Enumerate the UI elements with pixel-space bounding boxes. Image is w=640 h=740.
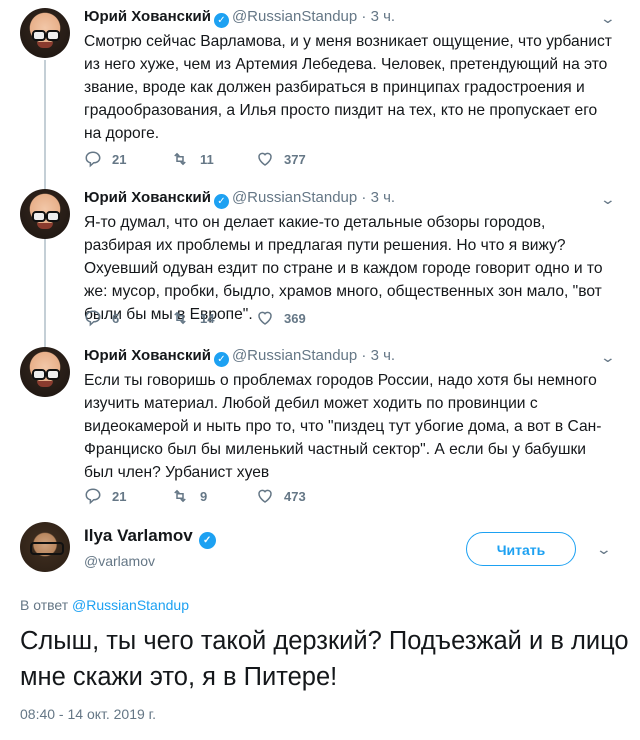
avatar[interactable] <box>20 189 70 239</box>
avatar[interactable] <box>20 522 70 572</box>
reply-count: 21 <box>112 489 127 504</box>
tweet-header: Юрий Хованский ✓ @RussianStandup · 3 ч. <box>84 8 395 28</box>
reply-count: 6 <box>112 311 120 326</box>
tweet-text: Смотрю сейчас Варламова, и у меня возник… <box>84 33 612 142</box>
retweet-button[interactable]: 9 <box>170 487 207 505</box>
reply-target-link[interactable]: @RussianStandup <box>72 597 189 613</box>
reply-button[interactable]: 21 <box>84 150 126 168</box>
tweet-header: Юрий Хованский ✓ @RussianStandup · 3 ч. <box>84 347 395 367</box>
like-button[interactable]: 369 <box>256 309 306 327</box>
like-button[interactable]: 377 <box>256 150 306 168</box>
like-count: 377 <box>284 152 306 167</box>
reply-count: 21 <box>112 152 127 167</box>
retweet-icon <box>174 489 186 503</box>
heart-icon <box>258 152 272 166</box>
reply-context: В ответ @RussianStandup <box>20 597 189 613</box>
reply-icon <box>85 488 101 505</box>
heart-icon <box>258 489 272 503</box>
reply-button[interactable]: 21 <box>84 487 126 505</box>
retweet-icon <box>174 152 186 166</box>
avatar[interactable] <box>20 347 70 397</box>
avatar[interactable] <box>20 8 70 58</box>
tweet-text: Если ты говоришь о проблемах городов Рос… <box>84 372 602 481</box>
retweet-count: 9 <box>200 489 208 504</box>
reply-button[interactable]: 6 <box>84 309 119 327</box>
tweet[interactable]: Юрий Хованский ✓ @RussianStandup · 3 ч. ⌄ … <box>0 0 640 175</box>
verified-badge-icon: ✓ <box>198 532 216 549</box>
author-name[interactable]: Юрий Хованский <box>84 8 211 25</box>
reply-icon <box>85 151 101 168</box>
retweet-icon <box>174 311 186 325</box>
tweet-time[interactable]: · 3 ч. <box>361 189 395 206</box>
reply-icon <box>85 310 101 327</box>
retweet-button[interactable]: 14 <box>170 309 214 327</box>
reply-prefix: В ответ <box>20 597 69 613</box>
verified-badge-icon: ✓ <box>213 13 229 28</box>
chevron-down-icon[interactable]: ⌄ <box>596 541 612 558</box>
retweet-count: 14 <box>200 311 215 326</box>
chevron-down-icon[interactable]: ⌄ <box>600 10 616 27</box>
tweet-text: Слыш, ты чего такой дерзкий? Подъезжай и… <box>20 627 629 691</box>
tweet-text: Я-то думал, что он делает какие-то детал… <box>84 214 603 323</box>
tweet-header: Юрий Хованский ✓ @RussianStandup · 3 ч. <box>84 189 395 209</box>
verified-badge-icon: ✓ <box>213 194 229 209</box>
timestamp[interactable]: 08:40 - 14 окт. 2019 г. <box>20 706 156 722</box>
tweet[interactable]: Юрий Хованский ✓ @RussianStandup · 3 ч. ⌄ … <box>0 181 640 341</box>
like-button[interactable]: 473 <box>256 487 306 505</box>
heart-icon <box>258 311 272 325</box>
like-count: 473 <box>284 489 306 504</box>
follow-button[interactable]: Читать <box>466 532 576 566</box>
tweet[interactable]: Юрий Хованский ✓ @RussianStandup · 3 ч. ⌄ … <box>0 339 640 509</box>
author-name[interactable]: Юрий Хованский <box>84 189 211 206</box>
tweet-time[interactable]: · 3 ч. <box>361 347 395 364</box>
like-count: 369 <box>284 311 306 326</box>
retweet-count: 11 <box>200 152 214 167</box>
author-name-text[interactable]: Ilya Varlamov <box>84 526 193 545</box>
chevron-down-icon[interactable]: ⌄ <box>600 191 616 208</box>
tweet-time[interactable]: · 3 ч. <box>361 8 395 25</box>
retweet-button[interactable]: 11 <box>170 150 214 168</box>
verified-badge-icon: ✓ <box>213 352 229 367</box>
author-handle[interactable]: @RussianStandup <box>232 189 357 206</box>
chevron-down-icon[interactable]: ⌄ <box>600 349 616 366</box>
author-name[interactable]: Ilya Varlamov ✓ <box>84 526 219 549</box>
author-name[interactable]: Юрий Хованский <box>84 347 211 364</box>
author-handle[interactable]: @varlamov <box>84 553 155 569</box>
author-handle[interactable]: @RussianStandup <box>232 347 357 364</box>
author-handle[interactable]: @RussianStandup <box>232 8 357 25</box>
